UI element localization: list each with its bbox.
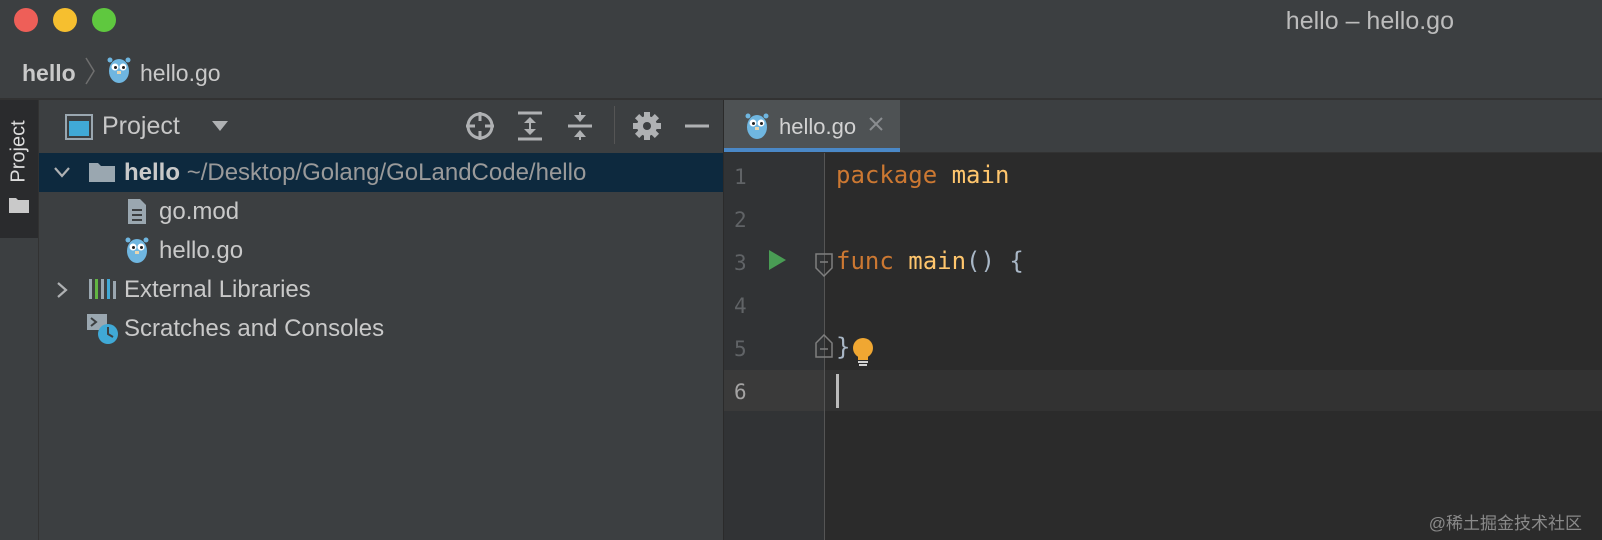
gopher-icon (125, 237, 149, 263)
chevron-down-icon[interactable] (53, 165, 71, 179)
tab-label: hello.go (779, 114, 857, 139)
breadcrumb-file[interactable]: hello.go (140, 60, 221, 87)
window-title: hello – hello.go (1285, 7, 1454, 35)
line-number: 5 (734, 337, 747, 361)
tree-item-root-name: hello (124, 159, 181, 186)
tool-window-strip: Project (0, 100, 39, 540)
navigation-bar: hello hello.go (0, 40, 1602, 100)
tree-item-label: go.mod (159, 198, 240, 225)
tree-item-label: External Libraries (124, 276, 311, 303)
minimize-window-button[interactable] (53, 8, 77, 32)
text-caret (836, 374, 839, 408)
lightbulb-icon[interactable] (851, 337, 875, 367)
breadcrumb-separator-icon (85, 57, 95, 85)
tree-item-external-libraries[interactable]: External Libraries (39, 270, 723, 309)
punctuation-token: } (836, 333, 851, 361)
locate-icon[interactable] (464, 110, 496, 142)
tree-item-go-mod[interactable]: go.mod (39, 192, 723, 231)
project-panel: Project hello ~/Desktop/Golang/GoLandCod… (39, 100, 725, 540)
line-number: 3 (734, 251, 747, 275)
editor-tab-bar: hello.go (724, 100, 1602, 153)
minimize-icon[interactable] (681, 110, 713, 142)
code-editor[interactable] (825, 153, 1602, 540)
package-name-token: main (951, 161, 1010, 189)
tree-item-label: hello.go (159, 237, 244, 264)
line-number: 4 (734, 294, 747, 318)
project-tool-tab-label: Project (7, 120, 30, 183)
libraries-icon (89, 279, 116, 299)
code-line-5: } (836, 333, 850, 361)
line-number: 2 (734, 208, 747, 232)
current-line-highlight (724, 370, 1602, 411)
fold-end-icon[interactable] (815, 334, 833, 358)
line-number: 1 (734, 165, 747, 189)
keyword-token: func (836, 247, 894, 275)
scratches-icon (87, 314, 118, 344)
folder-icon (89, 163, 115, 182)
toolbar-separator (614, 106, 615, 144)
code-line-3: func main() { (836, 247, 1024, 275)
gear-icon[interactable] (631, 110, 663, 142)
tree-item-scratches[interactable]: Scratches and Consoles (39, 309, 723, 348)
project-tool-tab[interactable]: Project (0, 100, 38, 238)
tree-item-root-path: ~/Desktop/Golang/GoLandCode/hello (186, 159, 587, 186)
close-window-button[interactable] (14, 8, 38, 32)
folder-icon (9, 198, 29, 213)
gopher-icon (745, 113, 769, 139)
expand-all-icon[interactable] (514, 110, 546, 142)
line-number: 6 (734, 380, 747, 404)
tab-hello-go[interactable]: hello.go (724, 100, 900, 152)
keyword-token: package (836, 161, 938, 189)
tree-item-hello-go[interactable]: hello.go (39, 231, 723, 270)
fold-icon[interactable] (815, 253, 833, 277)
breadcrumb-project[interactable]: hello (22, 60, 76, 87)
gopher-icon (107, 57, 131, 83)
tree-item-label: Scratches and Consoles (124, 315, 385, 342)
close-icon[interactable] (868, 116, 884, 132)
file-icon (128, 199, 146, 224)
tree-item-project-root[interactable]: hello ~/Desktop/Golang/GoLandCode/hello (39, 153, 723, 192)
collapse-all-icon[interactable] (564, 110, 596, 142)
punctuation-token: () { (966, 247, 1024, 275)
function-name-token: main (908, 247, 967, 275)
project-view-icon (65, 114, 93, 140)
chevron-right-icon[interactable] (55, 281, 69, 299)
watermark: @稀土掘金技术社区 (1428, 514, 1582, 533)
chevron-down-icon[interactable] (211, 120, 229, 132)
title-bar: hello – hello.go (0, 0, 1602, 40)
run-icon[interactable] (767, 249, 787, 271)
code-line-1: package main (836, 161, 1009, 189)
zoom-window-button[interactable] (92, 8, 116, 32)
project-panel-header: Project (39, 100, 723, 152)
project-panel-title[interactable]: Project (102, 112, 180, 141)
